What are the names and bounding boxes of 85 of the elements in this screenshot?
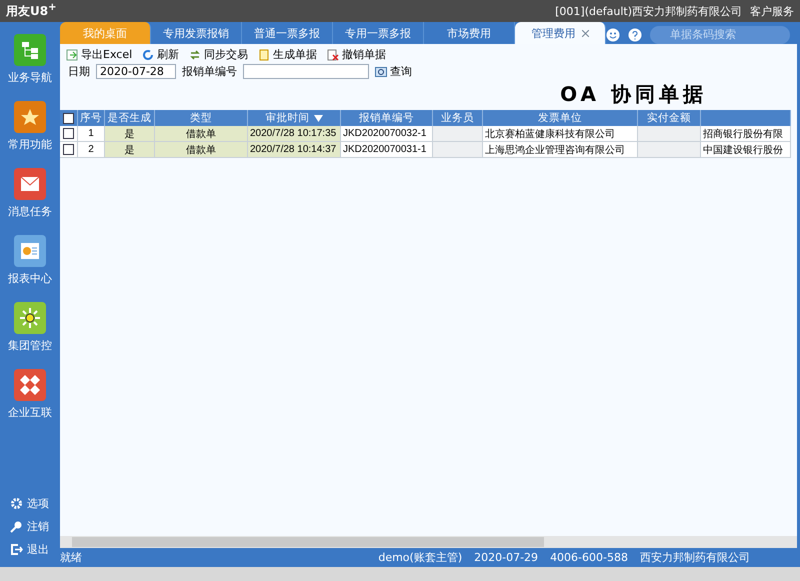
sidebar-link[interactable]: 注销 xyxy=(10,519,60,534)
search-field[interactable]: 单据条码搜索 xyxy=(650,26,790,44)
diamonds-icon xyxy=(19,374,41,396)
column-header[interactable]: 实付金额 xyxy=(638,110,701,126)
table-cell: 上海思鸿企业管理咨询有限公司 xyxy=(483,142,638,158)
table-cell xyxy=(638,126,701,142)
help-icon[interactable] xyxy=(628,28,642,42)
number-label: 报销单编号 xyxy=(182,64,237,79)
sync-icon xyxy=(189,48,202,60)
key-icon xyxy=(10,520,23,533)
select-all-checkbox[interactable] xyxy=(63,112,74,124)
column-header[interactable]: 序号 xyxy=(78,110,105,126)
company-name: 西安力邦制药有限公司 xyxy=(640,550,750,565)
module-tile[interactable] xyxy=(14,101,46,133)
column-header[interactable]: 业务员 xyxy=(433,110,483,126)
module-tile[interactable] xyxy=(14,34,46,66)
table-cell: 1 xyxy=(78,126,105,142)
toolbar-button[interactable]: 撤销单据 xyxy=(327,47,386,62)
table-cell: 2020/7/28 10:17:35 xyxy=(248,126,341,142)
close-icon[interactable] xyxy=(582,30,588,36)
login-date: 2020-07-29 xyxy=(474,551,538,564)
document-icon xyxy=(258,48,270,60)
search-icon xyxy=(375,66,387,78)
spreadsheet-icon xyxy=(66,48,78,60)
module-tile[interactable] xyxy=(14,369,46,401)
star-icon xyxy=(20,107,40,127)
module-label[interactable]: 企业互联 xyxy=(8,405,52,420)
toolbar-button[interactable]: 导出Excel xyxy=(66,47,132,62)
customer-service-menu[interactable]: 客户服务 xyxy=(750,4,794,18)
column-header[interactable]: 是否生成 xyxy=(105,110,155,126)
module-tile[interactable] xyxy=(14,168,46,200)
number-field[interactable] xyxy=(243,64,369,79)
tab[interactable]: 管理费用 xyxy=(515,22,606,44)
table-cell: 北京赛柏蓝健康科技有限公司 xyxy=(483,126,638,142)
sun-icon xyxy=(19,307,41,329)
sidebar-link[interactable]: 选项 xyxy=(10,496,60,511)
phone-number: 4006-600-588 xyxy=(550,551,628,564)
module-label[interactable]: 业务导航 xyxy=(8,70,52,85)
table-cell: 是 xyxy=(105,126,155,142)
column-header[interactable]: 类型 xyxy=(155,110,248,126)
date-field[interactable]: 2020-07-28 xyxy=(96,64,176,79)
scrollbar-thumb[interactable] xyxy=(72,537,544,547)
table-cell: 借款单 xyxy=(155,142,248,158)
date-label: 日期 xyxy=(68,64,90,79)
module-tile[interactable] xyxy=(14,235,46,267)
status-text: 就绪 xyxy=(60,550,82,565)
table-cell xyxy=(433,142,483,158)
account-name: [001](default)西安力邦制药有限公司 xyxy=(555,4,742,18)
table-cell: JKD2020070031-1 xyxy=(341,142,433,158)
page-title: OA 协同单据 xyxy=(560,81,708,108)
table-cell: 中国建设银行股份 xyxy=(701,142,791,158)
column-header[interactable]: 发票单位 xyxy=(483,110,638,126)
sort-down-icon xyxy=(314,114,322,122)
module-tile[interactable] xyxy=(14,302,46,334)
envelope-icon xyxy=(19,174,41,194)
report-icon xyxy=(19,241,41,261)
settings-icon xyxy=(10,497,23,510)
table-cell: 借款单 xyxy=(155,126,248,142)
toolbar-button[interactable]: 生成单据 xyxy=(258,47,318,62)
table-cell xyxy=(638,142,701,158)
module-label[interactable]: 报表中心 xyxy=(8,271,52,286)
app-logo: 用友U8$^{+}$ xyxy=(6,2,56,20)
toolbar-button[interactable]: 刷新 xyxy=(142,47,180,62)
row-checkbox[interactable] xyxy=(63,144,74,155)
sidebar-link[interactable]: 退出 xyxy=(10,542,60,557)
toolbar-button[interactable]: 同步交易 xyxy=(189,47,248,62)
module-label[interactable]: 常用功能 xyxy=(8,137,52,152)
table-cell: 招商银行股份有限 xyxy=(701,126,791,142)
tree-icon xyxy=(20,40,40,60)
query-button[interactable]: 查询 xyxy=(375,64,412,79)
table-cell: JKD2020070032-1 xyxy=(341,126,433,142)
module-label[interactable]: 消息任务 xyxy=(8,204,52,219)
refresh-icon xyxy=(142,48,154,60)
smiley-icon[interactable] xyxy=(606,28,620,42)
module-label[interactable]: 集团管控 xyxy=(8,338,52,353)
table-cell: 2020/7/28 10:14:37 xyxy=(248,142,341,158)
user-name: demo(账套主管) xyxy=(378,550,462,565)
column-header[interactable]: 报销单编号 xyxy=(341,110,433,126)
column-header[interactable]: 审批时间 xyxy=(248,110,341,126)
row-checkbox[interactable] xyxy=(63,128,74,139)
cancel-document-icon xyxy=(327,48,340,60)
exit-icon xyxy=(10,543,23,556)
table-cell xyxy=(433,126,483,142)
table-cell: 是 xyxy=(105,142,155,158)
table-cell: 2 xyxy=(78,142,105,158)
